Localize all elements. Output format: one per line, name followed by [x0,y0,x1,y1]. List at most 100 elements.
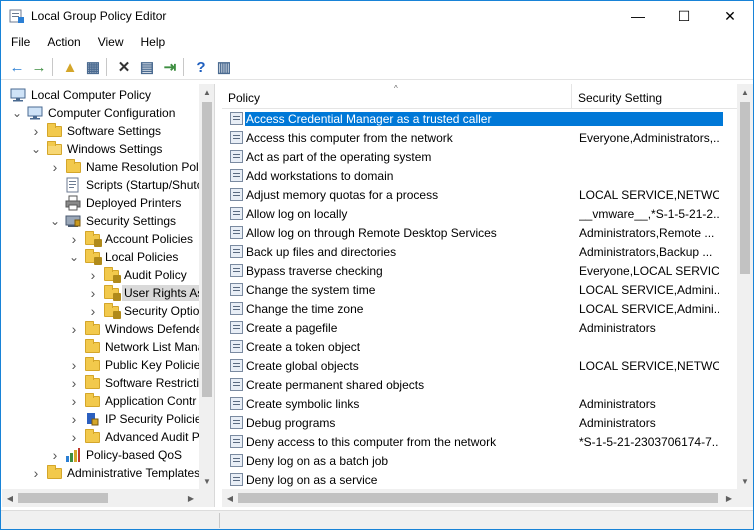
tree-node[interactable]: › Public Key Policies [68,356,208,374]
tree-node[interactable]: › Application Contr [68,392,198,410]
table-row[interactable]: Deny access to this computer from the ne… [222,433,737,452]
export-list-icon[interactable]: ⇥ [160,58,180,76]
table-row[interactable]: Allow log on through Remote Desktop Serv… [222,224,737,243]
list-vertical-scrollbar[interactable]: ▲ ▼ [737,84,753,489]
tree-node[interactable]: › Software Restrictic [68,374,207,392]
scroll-up-icon[interactable]: ▲ [199,84,214,100]
table-row[interactable]: Create global objects LOCAL SERVICE,NETWO… [222,357,737,376]
tree-horizontal-scrollbar[interactable]: ◀ ▶ [2,489,214,507]
column-header-security-setting[interactable]: Security Setting [572,84,737,109]
show-hide-tree-icon[interactable]: ▦ [83,58,103,76]
expand-chevron-icon[interactable]: › [68,393,80,409]
table-row[interactable]: Bypass traverse checking Everyone,LOCAL S… [222,262,737,281]
expand-chevron-icon[interactable]: › [68,429,80,445]
tree-hscroll-thumb[interactable] [18,493,108,503]
properties-icon[interactable]: ▤ [137,58,157,76]
table-row[interactable]: Debug programs Administrators [222,414,737,433]
tree-node[interactable]: › Advanced Audit P [68,428,202,446]
up-folder-icon[interactable]: ▲ [60,58,80,76]
table-row[interactable]: Deny log on as a service [222,471,737,490]
tree-node[interactable]: › IP Security Policies [68,410,210,428]
tree-node[interactable]: › Account Policies [68,230,195,248]
expand-chevron-icon[interactable]: › [30,123,42,139]
tree-scroll-thumb[interactable] [202,102,212,397]
scroll-down-icon[interactable]: ▼ [199,473,214,489]
collapse-chevron-icon[interactable]: ⌄ [68,250,80,264]
table-row[interactable]: Create permanent shared objects [222,376,737,395]
help-topics-icon[interactable]: ▥ [214,58,234,76]
tree-node[interactable]: › Security Optio [87,302,201,320]
tree-node[interactable]: Scripts (Startup/Shutc [49,176,205,194]
expand-chevron-icon[interactable]: › [68,231,80,247]
scroll-down-icon[interactable]: ▼ [737,473,753,489]
tree-node[interactable]: ⌄ Local Policies [68,248,180,266]
table-row[interactable]: Back up files and directories Administrat… [222,243,737,262]
list-scroll-thumb[interactable] [740,102,750,274]
security-folder-icon [103,284,121,301]
computer-icon [27,105,43,121]
scroll-left-icon[interactable]: ◀ [2,490,18,506]
expand-chevron-icon[interactable]: › [87,267,99,283]
tree-node[interactable]: › Audit Policy [87,266,189,284]
collapse-chevron-icon[interactable]: ⌄ [30,142,42,156]
help-icon[interactable]: ? [191,58,211,76]
back-arrow-icon[interactable]: ← [7,58,27,76]
tree-node[interactable]: › Windows Defende [68,320,204,338]
collapse-chevron-icon[interactable]: ⌄ [49,214,61,228]
expand-chevron-icon[interactable]: › [68,411,80,427]
tree-node[interactable]: ⌄ Windows Settings [30,140,164,158]
table-row[interactable]: Allow log on locally __vmware__,*S-1-5-21… [222,205,737,224]
tree-node[interactable]: ⌄ Computer Configuration [11,104,177,122]
tree-node[interactable]: Deployed Printers [49,194,183,212]
minimize-button[interactable]: — [615,1,661,31]
scroll-left-icon[interactable]: ◀ [222,490,238,506]
scroll-up-icon[interactable]: ▲ [737,84,753,100]
collapse-chevron-icon[interactable]: ⌄ [11,106,23,120]
title-bar[interactable]: Local Group Policy Editor — ☐ ✕ [1,1,753,31]
table-row[interactable]: Add workstations to domain [222,167,737,186]
menu-help[interactable]: Help [131,32,173,53]
tree-node-label: Software Restrictic [105,376,206,390]
menu-file[interactable]: File [1,32,37,53]
expand-chevron-icon[interactable]: › [68,357,80,373]
maximize-button[interactable]: ☐ [661,1,707,31]
table-row[interactable]: Create a pagefile Administrators [222,319,737,338]
list-hscroll-thumb[interactable] [238,493,718,503]
list-horizontal-scrollbar[interactable]: ◀ ▶ [222,489,753,507]
tree-vertical-scrollbar[interactable]: ▲ ▼ [199,84,214,489]
policy-name: Create symbolic links [246,397,360,411]
scroll-right-icon[interactable]: ▶ [721,490,737,506]
tree-node[interactable]: › Administrative Templates [30,464,202,482]
table-row[interactable]: Deny log on as a batch job [222,452,737,471]
menu-action[interactable]: Action [37,32,87,53]
table-row[interactable]: Adjust memory quotas for a process LOCAL … [222,186,737,205]
table-row[interactable]: Act as part of the operating system [222,148,737,167]
tree-node[interactable]: › Policy-based QoS [49,446,184,464]
tree-node[interactable]: Local Computer Policy [6,86,153,104]
tree-node[interactable]: › Software Settings [30,122,163,140]
table-row[interactable]: Change the time zone LOCAL SERVICE,Admini… [222,300,737,319]
expand-chevron-icon[interactable]: › [87,303,99,319]
delete-icon[interactable]: ✕ [114,58,134,76]
table-row[interactable]: Access Credential Manager as a trusted c… [222,110,737,129]
scroll-right-icon[interactable]: ▶ [183,490,199,506]
tree-node[interactable]: › Name Resolution Poli [49,158,203,176]
table-row[interactable]: Access this computer from the network Eve… [222,129,737,148]
table-row[interactable]: Create symbolic links Administrators [222,395,737,414]
tree-node[interactable]: Network List Mana [68,338,206,356]
expand-chevron-icon[interactable]: › [87,285,99,301]
table-row[interactable]: Change the system time LOCAL SERVICE,Admi… [222,281,737,300]
expand-chevron-icon[interactable]: › [49,447,61,463]
expand-chevron-icon[interactable]: › [68,321,80,337]
tree-node[interactable]: ⌄ Security Settings [49,212,178,230]
forward-arrow-icon[interactable]: → [29,58,49,76]
tree-node[interactable]: › User Rights As [87,284,206,302]
column-header-policy[interactable]: Policy [222,84,572,109]
expand-chevron-icon[interactable]: › [49,159,61,175]
expand-chevron-icon[interactable]: › [68,375,80,391]
table-row[interactable]: Create a token object [222,338,737,357]
close-button[interactable]: ✕ [707,1,753,31]
menu-view[interactable]: View [88,32,131,53]
policy-name: Allow log on locally [246,207,348,221]
expand-chevron-icon[interactable]: › [30,465,42,481]
